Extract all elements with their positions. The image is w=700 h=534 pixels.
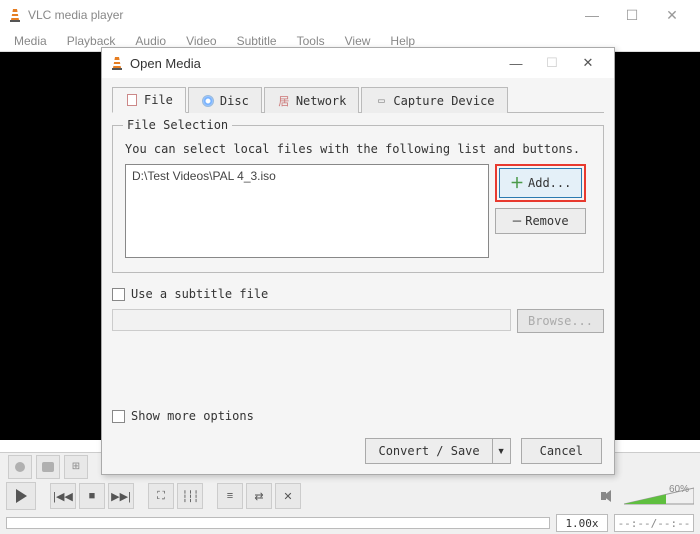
previous-button[interactable]: |◀◀ — [50, 483, 76, 509]
subtitle-row: Use a subtitle file — [112, 287, 604, 301]
dialog-titlebar: Open Media — ☐ ✕ — [102, 48, 614, 78]
chevron-down-icon[interactable]: ▼ — [493, 438, 511, 464]
dialog-tabs: File Disc 居 Network ▭ Capture Device — [112, 86, 604, 113]
tab-capture-label: Capture Device — [393, 94, 494, 108]
browse-button-label: Browse... — [528, 314, 593, 328]
disc-icon — [201, 94, 215, 108]
convert-save-button[interactable]: Convert / Save ▼ — [365, 438, 510, 464]
next-button[interactable]: ▶▶| — [108, 483, 134, 509]
equalizer-button[interactable]: ┆┆┆ — [177, 483, 203, 509]
tab-capture[interactable]: ▭ Capture Device — [361, 87, 507, 113]
more-options-label: Show more options — [131, 409, 254, 423]
playlist-button[interactable]: ≡ — [217, 483, 243, 509]
browse-button: Browse... — [517, 309, 604, 333]
minus-icon: — — [513, 213, 521, 229]
close-icon[interactable]: ✕ — [652, 7, 692, 24]
minimize-icon[interactable]: — — [572, 7, 612, 23]
subtitle-checkbox-label: Use a subtitle file — [131, 287, 268, 301]
volume-percent: 60% — [669, 484, 689, 495]
convert-save-label: Convert / Save — [365, 438, 492, 464]
dialog-minimize-icon[interactable]: — — [498, 56, 534, 71]
file-selection-fieldset: File Selection You can select local file… — [112, 125, 604, 273]
frame-step-button[interactable]: ⊞ — [64, 455, 88, 479]
more-options-row: Show more options — [112, 409, 604, 423]
file-icon — [125, 93, 139, 107]
seek-bar[interactable] — [6, 517, 550, 529]
tab-disc-label: Disc — [220, 94, 249, 108]
vlc-icon — [8, 7, 22, 23]
add-button[interactable]: ＋ Add... — [499, 168, 582, 198]
add-button-highlight: ＋ Add... — [495, 164, 586, 202]
tab-network-label: Network — [296, 94, 347, 108]
capture-icon: ▭ — [374, 94, 388, 108]
time-display: --:--/--:-- — [614, 514, 694, 532]
play-button[interactable] — [6, 482, 36, 510]
maximize-icon[interactable]: ☐ — [612, 7, 652, 24]
dialog-footer: Convert / Save ▼ Cancel — [365, 438, 602, 464]
subtitle-path-field — [112, 309, 511, 331]
more-options-checkbox[interactable] — [112, 410, 125, 423]
volume-slider[interactable]: 60% — [624, 486, 694, 506]
dialog-title: Open Media — [130, 56, 498, 71]
record-button[interactable] — [8, 455, 32, 479]
tab-disc[interactable]: Disc — [188, 87, 262, 113]
playback-speed[interactable]: 1.00x — [556, 514, 608, 532]
loop-button[interactable]: ⇄ — [246, 483, 272, 509]
remove-button[interactable]: — Remove — [495, 208, 586, 234]
open-media-dialog: Open Media — ☐ ✕ File Disc 居 Network ▭ C… — [101, 47, 615, 475]
menu-media[interactable]: Media — [4, 31, 57, 51]
dialog-close-icon[interactable]: ✕ — [570, 55, 606, 71]
subtitle-checkbox[interactable] — [112, 288, 125, 301]
main-window-title: VLC media player — [28, 8, 572, 22]
dialog-maximize-icon[interactable]: ☐ — [534, 55, 570, 71]
shuffle-button[interactable]: ✕ — [275, 483, 301, 509]
snapshot-button[interactable] — [36, 455, 60, 479]
tab-file[interactable]: File — [112, 87, 186, 113]
tab-network[interactable]: 居 Network — [264, 87, 360, 113]
stop-button[interactable]: ■ — [79, 483, 105, 509]
plus-icon: ＋ — [510, 173, 524, 193]
cancel-button-label: Cancel — [540, 444, 583, 458]
network-icon: 居 — [277, 94, 291, 108]
volume-icon[interactable] — [601, 489, 617, 503]
file-list-item[interactable]: D:\Test Videos\PAL 4_3.iso — [132, 169, 482, 183]
vlc-icon — [110, 55, 124, 71]
main-titlebar: VLC media player — ☐ ✕ — [0, 0, 700, 30]
cancel-button[interactable]: Cancel — [521, 438, 602, 464]
file-listbox[interactable]: D:\Test Videos\PAL 4_3.iso — [125, 164, 489, 258]
file-selection-instruction: You can select local files with the foll… — [125, 142, 591, 156]
tab-file-label: File — [144, 93, 173, 107]
add-button-label: Add... — [528, 176, 571, 190]
fullscreen-button[interactable]: ⛶ — [148, 483, 174, 509]
file-selection-legend: File Selection — [123, 118, 232, 132]
remove-button-label: Remove — [525, 214, 568, 228]
